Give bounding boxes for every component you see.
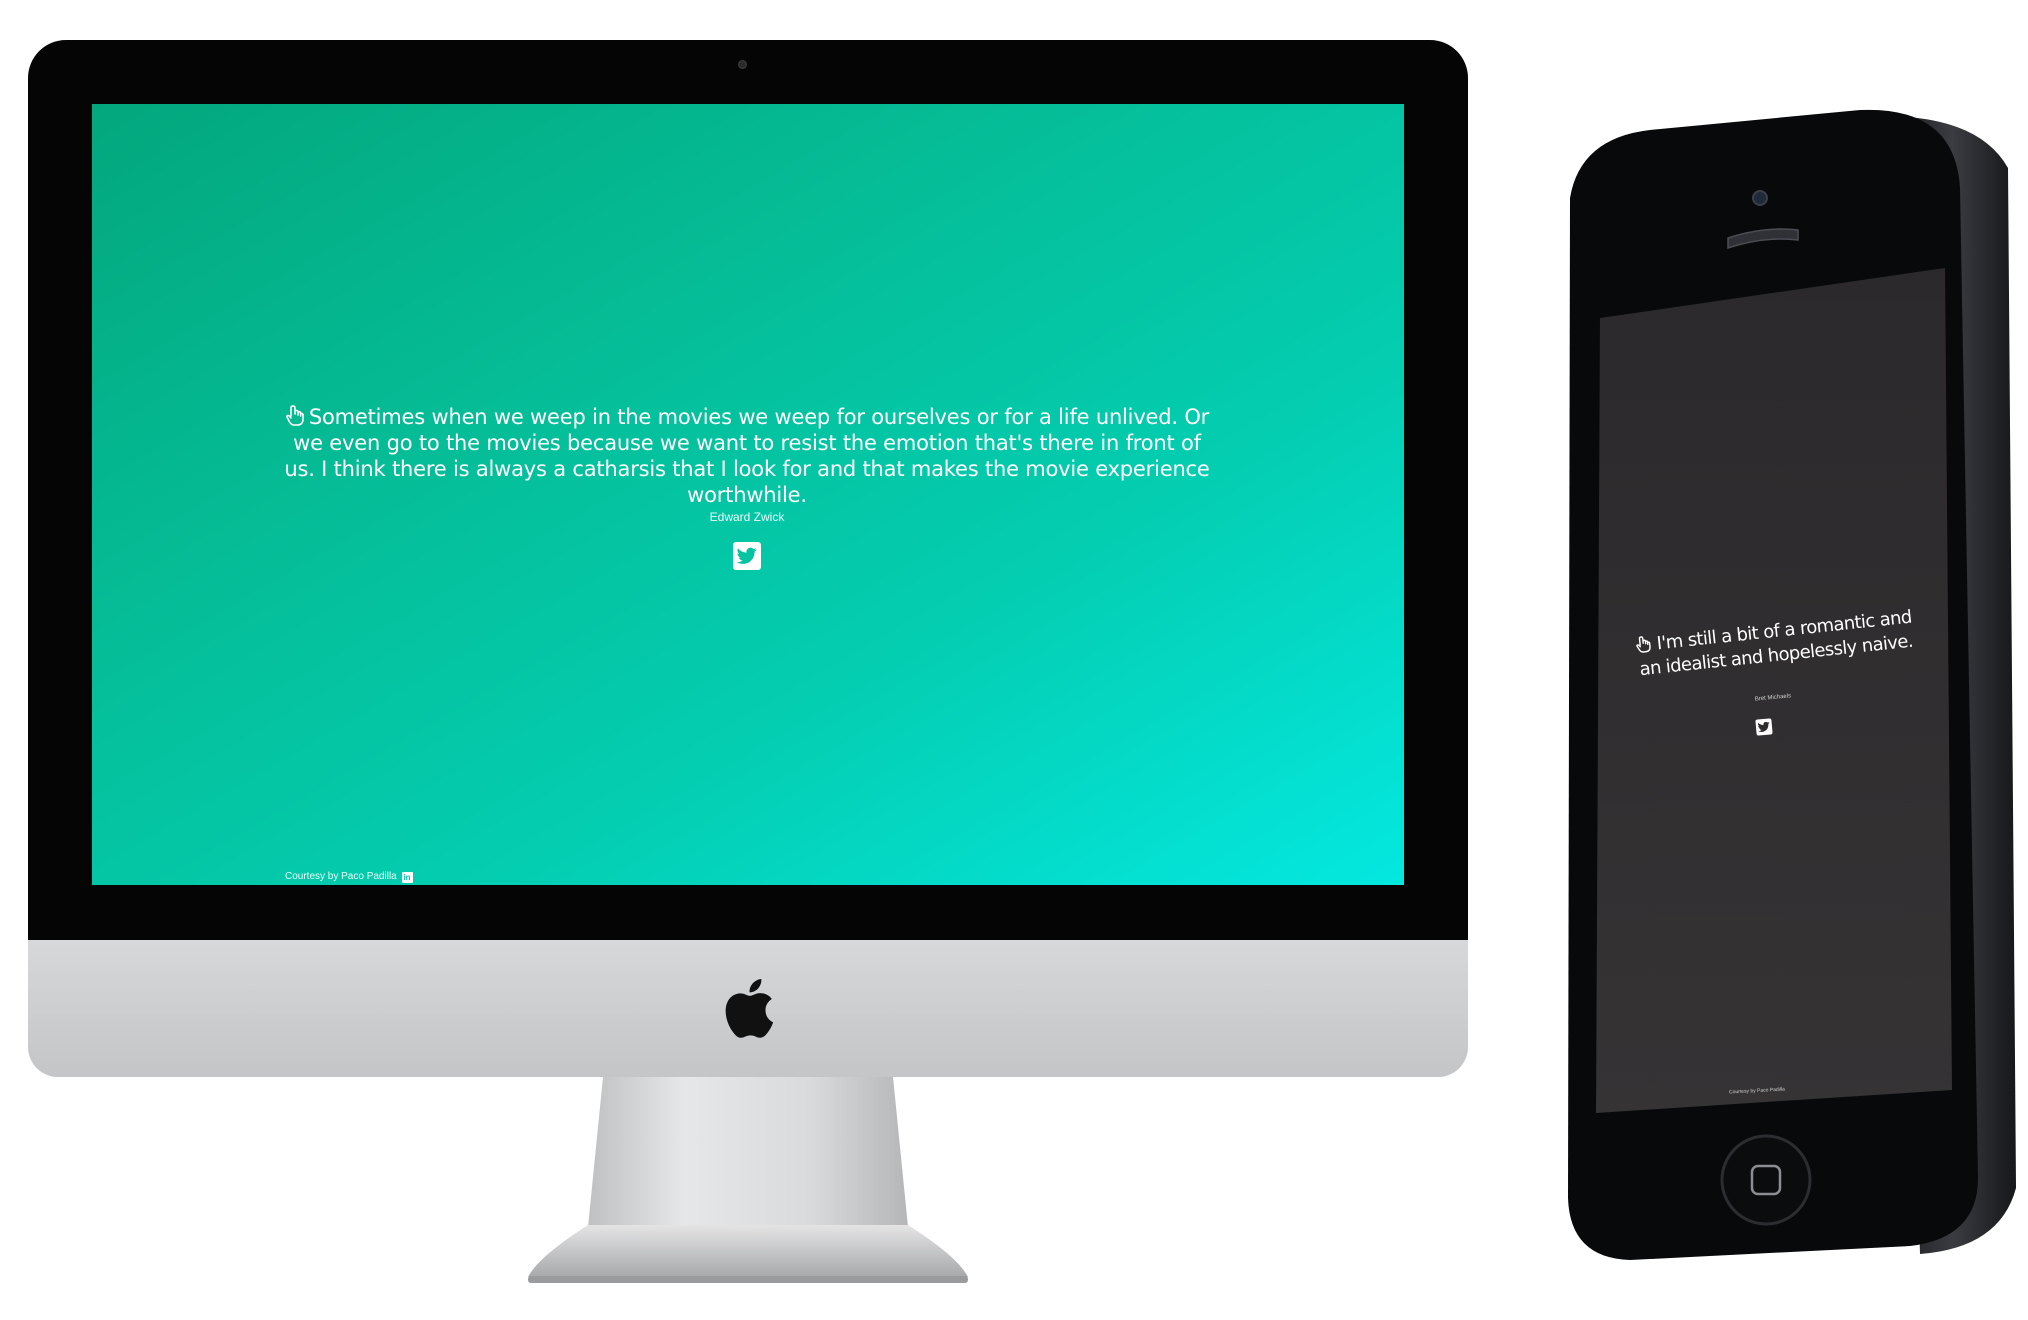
device-mockup-stage: Sometimes when we weep in the movies we …: [0, 0, 2028, 1320]
twitter-icon: [1758, 721, 1770, 732]
desktop-quote-text: Sometimes when we weep in the movies we …: [284, 405, 1210, 507]
pointing-hand-icon: [1636, 636, 1652, 653]
desktop-quote-block: Sometimes when we weep in the movies we …: [282, 404, 1212, 575]
tweet-button[interactable]: [733, 542, 761, 570]
desktop-screen: Sometimes when we weep in the movies we …: [92, 104, 1404, 885]
mobile-tweet-button[interactable]: [1755, 718, 1773, 736]
imac-camera: [738, 60, 747, 69]
twitter-icon: [737, 547, 757, 564]
iphone-device: [1568, 109, 2016, 1260]
imac-stand: [528, 1077, 968, 1283]
desktop-courtesy-text: Courtesy by Paco Padilla: [285, 871, 397, 882]
pointing-hand-icon: [285, 405, 304, 426]
desktop-quote-author: Edward Zwick: [709, 510, 785, 524]
desktop-courtesy[interactable]: Courtesy by Paco Padilla in: [285, 871, 413, 883]
linkedin-icon[interactable]: in: [401, 872, 413, 883]
desktop-quote[interactable]: Sometimes when we weep in the movies we …: [282, 404, 1212, 508]
apple-logo-icon: [725, 979, 774, 1038]
